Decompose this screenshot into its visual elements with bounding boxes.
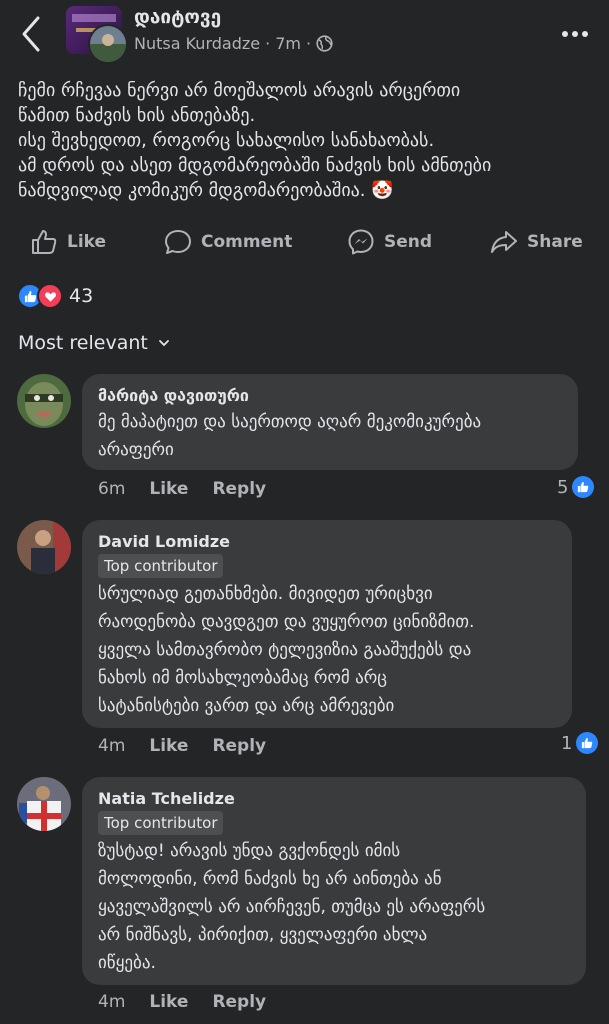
meta-separator-2: · [305, 34, 312, 53]
comment-bubble: David Lomidze Top contributor სრულიად გე… [82, 520, 572, 728]
meta-separator: · [265, 34, 271, 53]
comment-reaction-count[interactable]: 1 [561, 732, 599, 754]
comment-text: ზუსტად! არავის უნდა გვქონდეს იმის მოლოდი… [98, 837, 485, 977]
love-reaction-icon [37, 283, 63, 309]
reaction-count: 43 [69, 285, 94, 307]
like-reaction-icon [576, 732, 599, 754]
share-label: Share [527, 232, 583, 252]
comment-time[interactable]: 4m [98, 736, 125, 756]
comment-time[interactable]: 6m [98, 479, 125, 499]
comment-sort-dropdown[interactable]: Most relevant [18, 332, 170, 354]
comment-line: სატანისტები ვართ და არც ამრევები [98, 696, 395, 716]
group-name[interactable]: დაიტოვე [134, 6, 221, 28]
comment-reply-button[interactable]: Reply [212, 736, 266, 756]
post-line: ისე შევხედოთ, როგორც სახალისო სანახაობას… [18, 130, 435, 151]
comment-line: მე მაპატიეთ და საერთოდ აღარ მეკომიკურება [98, 412, 482, 432]
comment-label: Comment [201, 232, 293, 252]
more-dots-icon [562, 31, 588, 37]
comment-reaction-count[interactable]: 5 [557, 476, 595, 498]
comment-like-button[interactable]: Like [149, 992, 188, 1012]
comment-line: არ ნიშნავს, პირიქით, ყველაფერი ახლა [98, 925, 428, 945]
post-action-bar: Like Comment Send Share [0, 222, 609, 262]
comment-line: არაფერი [98, 440, 174, 460]
more-options-button[interactable] [558, 20, 592, 48]
comment-meta: 4m Like Reply [98, 736, 266, 756]
like-button[interactable]: Like [30, 222, 106, 262]
comment-meta: 4m Like Reply [98, 992, 266, 1012]
post-line: ამ დროს და ასეთ მდგომარეობაში ნაძვის ხის… [18, 155, 492, 176]
comment-bubble: Natia Tchelidze Top contributor ზუსტად! … [82, 777, 586, 985]
comment-line: სრულიად გეთანხმები. მივიდეთ ურიცხვი [98, 584, 433, 604]
comment-reply-button[interactable]: Reply [212, 992, 266, 1012]
comment-text: მე მაპატიეთ და საერთოდ აღარ მეკომიკურება… [98, 408, 481, 464]
comment-line: იწყება. [98, 953, 156, 973]
reaction-summary[interactable]: 43 [17, 282, 93, 310]
reaction-number: 5 [557, 476, 569, 498]
author-avatar[interactable] [88, 24, 128, 64]
comment-line: ყველა სამთავრობო ტელევიზია გააშუქებს და [98, 640, 472, 660]
comment-line: ნახოს იმ მოსახლეობამაც რომ არც [98, 668, 387, 688]
post-line: ნამდვილად კომიკურ მდგომარეობაშია. 🤡 [18, 180, 394, 201]
post-header: დაიტოვე Nutsa Kurdadze · 7m · [0, 0, 609, 70]
comment-like-button[interactable]: Like [149, 736, 188, 756]
comment-bubble: მარიტა დავითური მე მაპატიეთ და საერთოდ ა… [82, 374, 578, 470]
comment-bubble-icon [165, 230, 191, 254]
post-body: ჩემი რჩევაა ნერვი არ მოეშალოს არავის არც… [18, 78, 593, 203]
commenter-avatar[interactable] [17, 777, 71, 831]
comment-like-button[interactable]: Like [149, 479, 188, 499]
thumbs-up-icon [32, 230, 57, 254]
badge-label: Top contributor [98, 554, 224, 578]
reaction-number: 1 [561, 732, 573, 754]
globe-icon [316, 35, 333, 52]
sort-label: Most relevant [18, 332, 148, 354]
send-label: Send [384, 232, 433, 252]
back-button[interactable] [14, 14, 50, 54]
chevron-down-icon [158, 340, 169, 347]
top-contributor-badge: Top contributor [98, 554, 224, 578]
commenter-name[interactable]: Natia Tchelidze [98, 789, 235, 808]
chevron-left-icon [22, 16, 40, 52]
commenter-avatar[interactable] [17, 374, 71, 428]
share-button[interactable]: Share [490, 222, 583, 262]
post-time[interactable]: 7m [275, 34, 301, 53]
comment-meta: 6m Like Reply [98, 479, 266, 499]
send-button[interactable]: Send [347, 222, 432, 262]
comment-text: სრულიად გეთანხმები. მივიდეთ ურიცხვი რაოდ… [98, 580, 474, 720]
commenter-name[interactable]: David Lomidze [98, 532, 230, 551]
author-name[interactable]: Nutsa Kurdadze [134, 34, 260, 53]
top-contributor-badge: Top contributor [98, 811, 224, 835]
post-line: ჩემი რჩევაა ნერვი არ მოეშალოს არავის არც… [18, 80, 461, 101]
comment-button[interactable]: Comment [164, 222, 292, 262]
comment-line: მოლოდინი, რომ ნაძვის ხე არ აინთება ან [98, 869, 442, 889]
like-label: Like [67, 232, 107, 252]
commenter-avatar[interactable] [17, 520, 71, 574]
post-meta: Nutsa Kurdadze · 7m · [134, 34, 333, 53]
messenger-icon [348, 229, 374, 255]
comment-line: რაოდენობა დავდგეთ და ვუყუროთ ცინიზმით. [98, 612, 475, 632]
comment-time[interactable]: 4m [98, 992, 125, 1012]
comment-line: ზუსტად! არავის უნდა გვქონდეს იმის [98, 841, 401, 861]
like-reaction-icon [572, 476, 595, 498]
comment-reply-button[interactable]: Reply [212, 479, 266, 499]
commenter-name[interactable]: მარიტა დავითური [98, 386, 249, 405]
comment-line: ყაველაშვილს არ აირჩევენ, თუმცა ეს არაფერ… [98, 897, 486, 917]
badge-label: Top contributor [98, 811, 224, 835]
post-line: წამით ნაძვის ხის ანთებაზე. [18, 105, 256, 126]
share-arrow-icon [491, 231, 517, 253]
